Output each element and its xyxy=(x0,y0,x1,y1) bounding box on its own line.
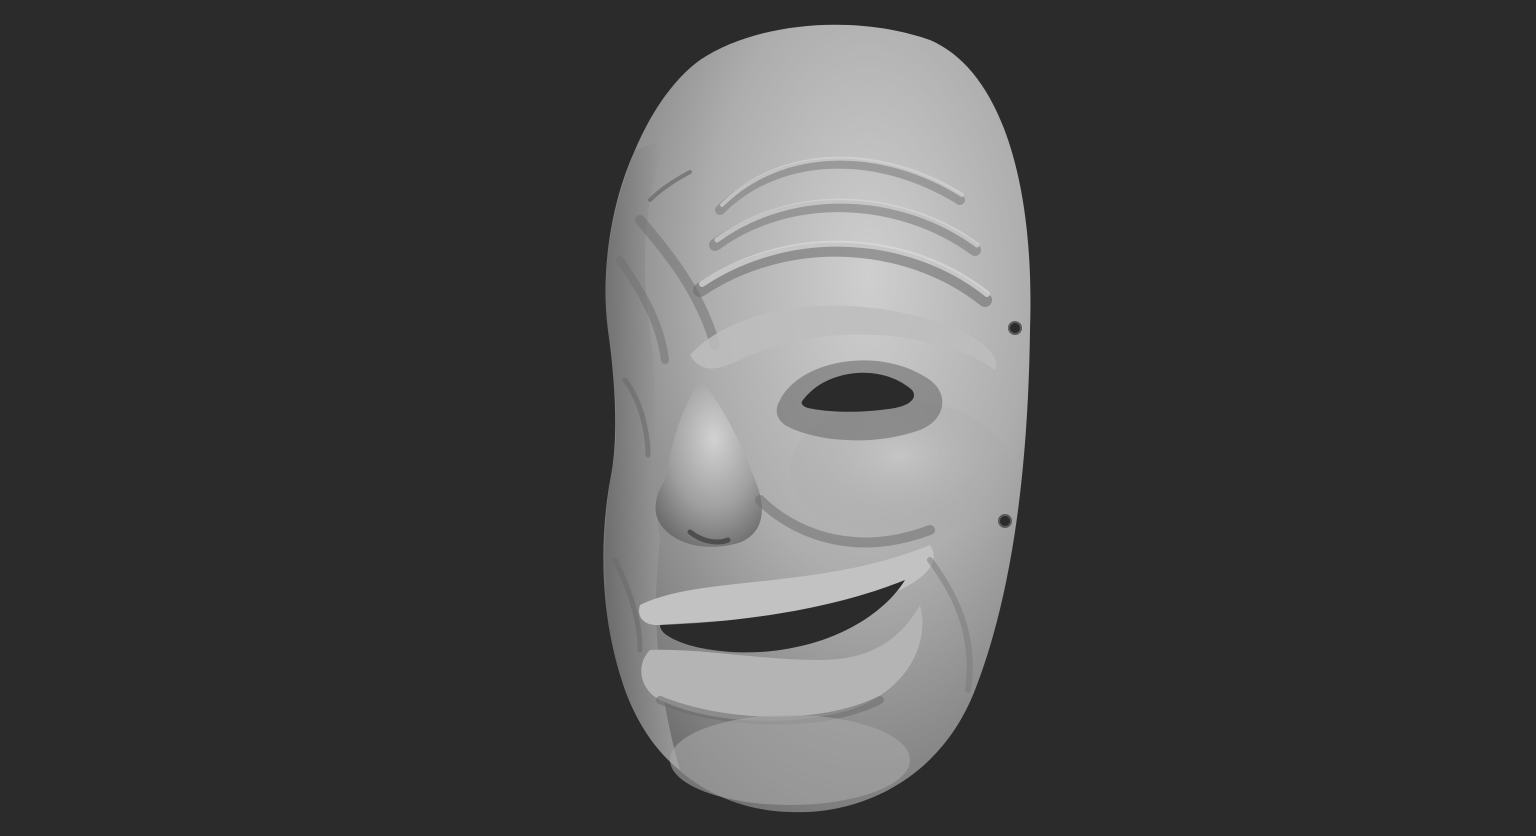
strap-hole-lower xyxy=(998,514,1012,528)
chin xyxy=(670,715,910,805)
render-viewport xyxy=(0,0,1536,836)
strap-hole-upper xyxy=(1008,321,1022,335)
mask-render xyxy=(603,24,1031,813)
